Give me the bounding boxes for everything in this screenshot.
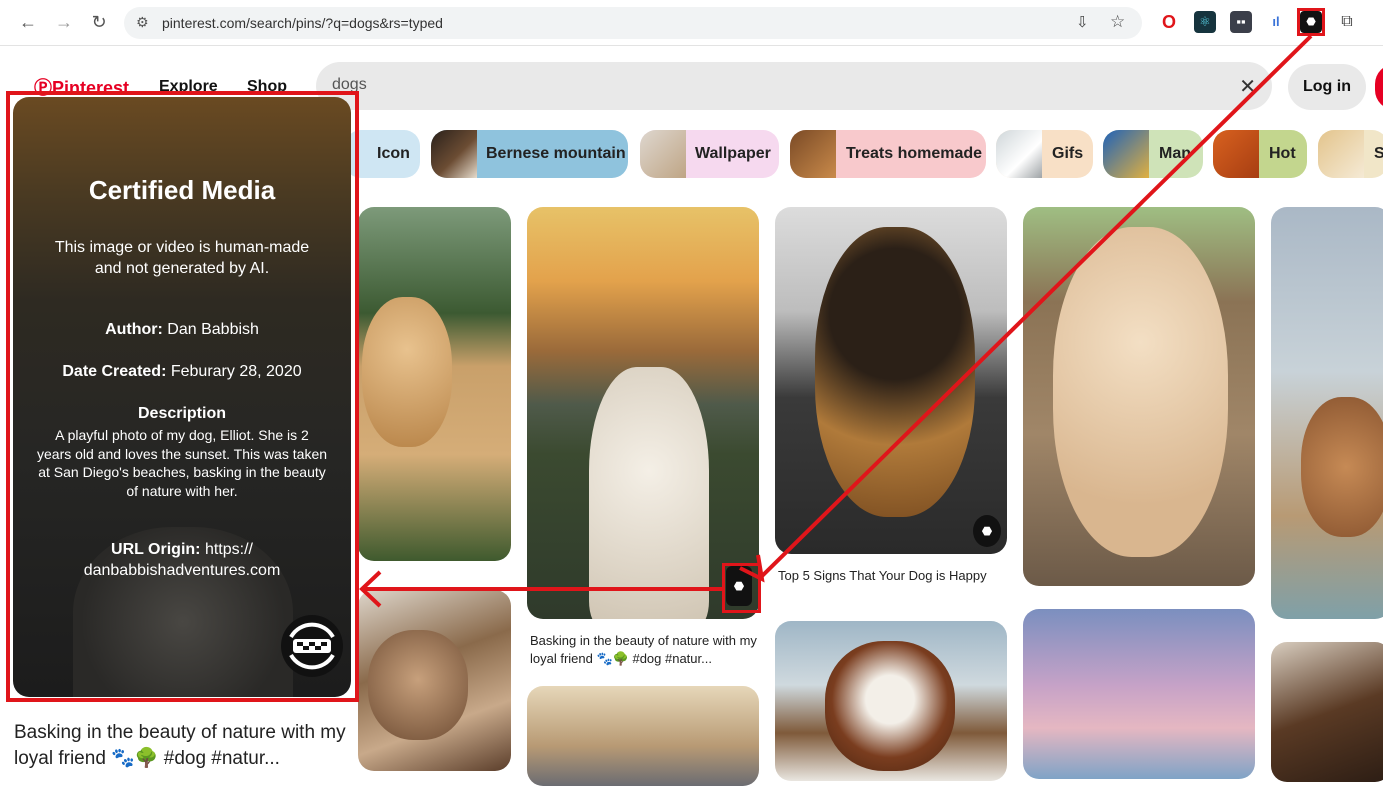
browser-toolbar: ← → ↻ ⚙ pinterest.com/search/pins/?q=dog… [0, 0, 1383, 46]
pin-pink-sky[interactable] [1023, 609, 1255, 779]
chip-thumbnail [1318, 130, 1364, 178]
pin-brown-puppy[interactable] [1271, 642, 1383, 782]
pin-caption[interactable]: Top 5 Signs That Your Dog is Happy [778, 567, 1006, 585]
forward-icon[interactable]: → [52, 10, 76, 34]
bookmark-star-icon[interactable]: ☆ [1110, 12, 1125, 32]
chip-hot[interactable]: Hot [1213, 130, 1307, 178]
address-bar[interactable]: ⚙ pinterest.com/search/pins/?q=dogs&rs=t… [124, 7, 1142, 39]
dog-image [589, 367, 709, 619]
certified-media-badge-icon[interactable]: ⬣ [973, 515, 1001, 547]
pin-german-shepherd-puppy[interactable]: ⬣ [775, 207, 1007, 554]
dog-image [815, 227, 975, 517]
chip-label: Wallpaper [695, 145, 771, 162]
chip-gifs[interactable]: Gifs [996, 130, 1093, 178]
pin-caption[interactable]: Basking in the beauty of nature with my … [530, 632, 758, 668]
back-icon[interactable]: ← [16, 10, 40, 34]
chip-thumbnail [996, 130, 1042, 178]
chip-thumbnail [640, 130, 686, 178]
pin-golden-puppy-grass[interactable] [358, 207, 511, 561]
extensions-puzzle-icon[interactable]: ⧉ [1336, 11, 1358, 33]
login-button[interactable]: Log in [1288, 64, 1366, 110]
pin-dachshund[interactable] [358, 590, 511, 771]
dog-image [825, 641, 955, 771]
chip-wallpaper[interactable]: Wallpaper [640, 130, 779, 178]
react-extension-icon[interactable]: ⚛ [1194, 11, 1216, 33]
chip-label: Gifs [1052, 145, 1084, 162]
chip-bernese-mountain[interactable]: Bernese mountain [431, 130, 628, 178]
url-text: pinterest.com/search/pins/?q=dogs&rs=typ… [162, 15, 443, 31]
pin-beach-dog[interactable] [1271, 207, 1383, 619]
chip-label: Man [1159, 145, 1191, 162]
dog-image [368, 630, 468, 740]
extension-highlight-box [1297, 8, 1325, 36]
signup-button[interactable] [1375, 64, 1383, 110]
pin-golden-puppy-deck[interactable] [1023, 207, 1255, 586]
chip-label: S [1374, 145, 1383, 162]
clear-search-icon[interactable]: ✕ [1239, 74, 1256, 99]
pin-caption-large[interactable]: Basking in the beauty of nature with my … [14, 720, 354, 772]
pin-sunset-dog[interactable]: ⬣ [527, 207, 759, 619]
dog-image [362, 297, 452, 447]
chip-treats-homemade[interactable]: Treats homemade [790, 130, 986, 178]
pin-gray-puppy[interactable] [527, 686, 759, 786]
chip-s[interactable]: S [1318, 130, 1383, 178]
chip-man[interactable]: Man [1103, 130, 1203, 178]
extension-icon[interactable]: ▪▪ [1230, 11, 1252, 33]
install-app-icon[interactable]: ⇩ [1076, 13, 1089, 31]
chip-label: Bernese mountain [486, 145, 626, 162]
chip-label: Treats homemade [846, 145, 983, 162]
audio-extension-icon[interactable]: ıl [1265, 11, 1287, 33]
chip-label: Hot [1269, 145, 1296, 162]
badge-highlight-box [722, 563, 761, 613]
dog-image [1053, 227, 1228, 557]
search-input[interactable] [332, 76, 1212, 94]
chip-thumbnail [790, 130, 836, 178]
reload-icon[interactable]: ↻ [87, 10, 111, 34]
opera-extension-icon[interactable]: O [1158, 11, 1180, 33]
chip-thumbnail [1213, 130, 1259, 178]
dog-image [1301, 397, 1383, 537]
site-settings-icon[interactable]: ⚙ [136, 14, 149, 31]
search-bar[interactable]: ✕ [316, 62, 1272, 110]
chip-thumbnail [1103, 130, 1149, 178]
panel-highlight-box [6, 91, 359, 702]
chip-label: Icon [377, 145, 410, 162]
chip-thumbnail [431, 130, 477, 178]
pin-aussie-dog[interactable] [775, 621, 1007, 781]
